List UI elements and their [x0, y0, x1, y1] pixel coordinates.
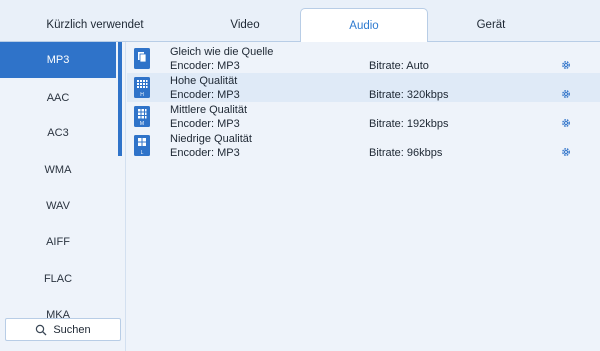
preset-bitrate: Bitrate: Auto [369, 60, 429, 72]
preset-row-high[interactable]: H Hohe Qualität Encoder: MP3 Bitrate: 32… [127, 73, 600, 102]
preset-bitrate: Bitrate: 96kbps [369, 147, 443, 159]
search-label: Suchen [53, 323, 91, 336]
preset-name: Gleich wie die Quelle [170, 46, 274, 58]
preset-name: Mittlere Qualität [170, 104, 248, 116]
preset-encoder: Encoder: MP3 [170, 89, 240, 101]
search-icon [36, 324, 47, 335]
preset-name: Hohe Qualität [170, 75, 238, 87]
preset-bitrate: Bitrate: 320kbps [369, 89, 449, 101]
low-quality-icon: L [134, 135, 150, 156]
preset-encoder: Encoder: MP3 [170, 147, 240, 159]
gear-icon[interactable] [560, 117, 572, 129]
format-mp3[interactable]: MP3 [0, 42, 116, 78]
format-aiff[interactable]: AIFF [0, 224, 116, 260]
tab-recent[interactable]: Kürzlich verwendet [0, 8, 190, 42]
high-quality-icon: H [134, 77, 150, 98]
preset-name: Niedrige Qualität [170, 133, 252, 145]
search-button[interactable]: Suchen [5, 318, 121, 341]
preset-row-source[interactable]: Gleich wie die Quelle Encoder: MP3 Bitra… [127, 44, 600, 73]
tab-video[interactable]: Video [190, 8, 300, 42]
preset-row-low[interactable]: L Niedrige Qualität Encoder: MP3 Bitrate… [127, 131, 600, 160]
quality-badge: H [140, 92, 144, 98]
format-aac[interactable]: AAC [0, 80, 116, 116]
format-flac[interactable]: FLAC [0, 261, 116, 297]
gear-icon[interactable] [560, 88, 572, 100]
source-quality-icon [134, 48, 150, 69]
preset-list: Gleich wie die Quelle Encoder: MP3 Bitra… [127, 42, 600, 351]
gear-icon[interactable] [560, 146, 572, 158]
preset-bitrate: Bitrate: 192kbps [369, 118, 449, 130]
preset-encoder: Encoder: MP3 [170, 60, 240, 72]
format-ac3[interactable]: AC3 [0, 115, 116, 151]
medium-quality-icon: M [134, 106, 150, 127]
quality-badge: L [141, 150, 144, 156]
sidebar-scrollbar[interactable] [118, 42, 122, 156]
format-sidebar: MP3 AAC AC3 WMA WAV AIFF FLAC MKA Suchen [0, 42, 126, 351]
quality-badge: M [140, 121, 144, 127]
preset-row-medium[interactable]: M Mittlere Qualität Encoder: MP3 Bitrate… [127, 102, 600, 131]
tab-device[interactable]: Gerät [428, 8, 554, 42]
format-wav[interactable]: WAV [0, 188, 116, 224]
gear-icon[interactable] [560, 59, 572, 71]
tab-audio[interactable]: Audio [300, 8, 428, 43]
tab-bar: Kürzlich verwendet Video Audio Gerät [0, 0, 600, 43]
format-wma[interactable]: WMA [0, 152, 116, 188]
preset-encoder: Encoder: MP3 [170, 118, 240, 130]
